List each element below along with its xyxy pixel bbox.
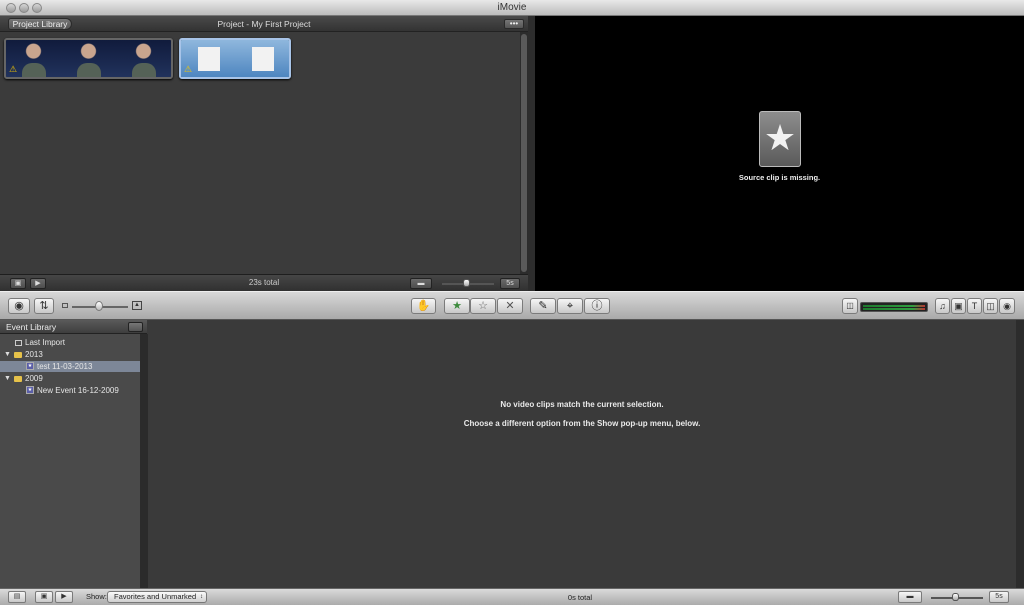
thumbnail-zoom-knob[interactable] [95, 301, 103, 311]
inspector-button[interactable]: ⓘ [584, 298, 610, 314]
camera-import-button[interactable]: ◉ [8, 298, 30, 314]
imovie-window: iMovie Project Library Project - My Firs… [0, 0, 1024, 605]
event-library-scrollbar[interactable] [140, 334, 148, 588]
mark-favorite-button[interactable]: ★ [444, 298, 470, 314]
transition-browser-button[interactable]: ◫ [983, 298, 998, 314]
camera-icon: ◉ [14, 300, 24, 312]
project-header: Project Library Project - My First Proje… [0, 16, 528, 32]
project-menu-button[interactable]: ••• [504, 19, 524, 29]
events-thumbnail-size-button[interactable]: ▬ [898, 591, 922, 603]
event-library-header: Event Library [0, 320, 147, 334]
photo-clip-filmstrip[interactable]: ⚠ [179, 38, 291, 79]
clip-frame [116, 40, 171, 77]
title-browser-button[interactable]: T [967, 298, 982, 314]
event-library: Event Library Last Import ▼ 2013 ★ test … [0, 320, 147, 588]
swap-events-projects-button[interactable]: ⇅ [34, 298, 54, 314]
eyedropper-icon: ✎ [538, 300, 548, 312]
event-browser: No video clips match the current selecti… [148, 320, 1016, 588]
folder-icon [14, 376, 22, 382]
warning-icon: ⚠ [9, 64, 18, 74]
voiceover-button[interactable]: ◫ [842, 298, 858, 314]
event-item-label: test 11-03-2013 [37, 362, 93, 371]
bottom-bar: ▤ ▣ ▶ Show: Favorites and Unmarked ↕ 0s … [0, 588, 1024, 605]
map-browser-button[interactable]: ◉ [999, 298, 1015, 314]
reject-icon: ✕ [505, 300, 515, 312]
event-library-options-button[interactable] [128, 322, 143, 332]
event-star-icon: ★ [26, 386, 34, 394]
project-bottom-bar: ▣ ▶ 23s total ▬ 5s [0, 274, 528, 291]
empty-state-hint: Choose a different option from the Show … [463, 419, 701, 428]
hand-icon: ✋ [416, 300, 431, 312]
eyedropper-button[interactable]: ✎ [530, 298, 556, 314]
event-folder-2013[interactable]: ▼ 2013 [0, 349, 140, 360]
event-item-last-import[interactable]: Last Import [0, 337, 140, 348]
last-import-icon [15, 340, 22, 346]
event-item-label: Last Import [25, 338, 66, 347]
mark-favorite-icon: ★ [452, 300, 462, 312]
project-scrollbar[interactable] [520, 32, 528, 274]
project-zoom-value: 5s [500, 278, 520, 289]
missing-clip-star-icon: ★ [759, 111, 801, 167]
event-browser-scrollbar[interactable] [1016, 320, 1024, 588]
window-title: iMovie [497, 2, 527, 13]
disclosure-triangle-icon[interactable]: ▼ [4, 349, 11, 360]
title-icon: T [971, 301, 978, 311]
empty-state-title: No video clips match the current selecti… [500, 400, 664, 409]
event-item-label: New Event 16-12-2009 [37, 386, 119, 395]
photo-browser-button[interactable]: ▣ [951, 298, 966, 314]
music-icon: ♫ [939, 301, 946, 311]
video-clip-filmstrip[interactable]: ⚠ [4, 38, 173, 79]
project-pane: Project Library Project - My First Proje… [0, 16, 528, 291]
toolbar: ◉ ⇅ ▲ ✋ ★ ☆ ✕ ✎ ⌖ ⓘ ◫ ♫ ▣ T ◫ ◉ [0, 291, 1024, 320]
crop-button[interactable]: ⌖ [557, 298, 583, 314]
warning-icon: ⚠ [184, 64, 193, 74]
reject-button[interactable]: ✕ [497, 298, 523, 314]
folder-icon [14, 352, 22, 358]
unmark-button[interactable]: ☆ [470, 298, 496, 314]
title-bar: iMovie [0, 0, 1024, 16]
project-title: Project - My First Project [217, 19, 311, 29]
pane-divider[interactable] [528, 16, 535, 291]
voiceover-icon: ◫ [846, 301, 854, 310]
project-zoom-knob[interactable] [463, 279, 470, 287]
disclosure-triangle-icon[interactable]: ▼ [4, 373, 11, 384]
transition-icon: ◫ [986, 301, 995, 311]
event-library-title: Event Library [6, 322, 57, 332]
photo-icon: ▣ [954, 301, 963, 311]
events-zoom-value: 5s [989, 591, 1009, 603]
viewer: ★ Source clip is missing. [535, 16, 1024, 291]
events-zoom-knob[interactable] [952, 593, 959, 601]
event-item-label: 2009 [25, 374, 43, 383]
thumbnail-size-button[interactable]: ▬ [410, 278, 432, 289]
swap-icon: ⇅ [39, 300, 49, 312]
info-icon: ⓘ [591, 300, 603, 312]
audio-level-meter [860, 302, 928, 312]
event-item-test[interactable]: ★ test 11-03-2013 [0, 361, 140, 372]
small-thumbnail-icon [62, 303, 68, 308]
large-thumbnail-icon: ▲ [132, 301, 142, 310]
unmark-icon: ☆ [478, 300, 488, 312]
add-selection-button[interactable]: ✋ [411, 298, 436, 314]
event-star-icon: ★ [26, 362, 34, 370]
clip-frame [235, 40, 289, 77]
event-item-label: 2013 [25, 350, 43, 359]
event-item-new-event[interactable]: ★ New Event 16-12-2009 [0, 385, 140, 396]
events-duration: 0s total [567, 593, 593, 602]
crop-icon: ⌖ [566, 300, 574, 312]
map-icon: ◉ [1003, 301, 1011, 311]
music-browser-button[interactable]: ♫ [935, 298, 950, 314]
missing-clip-message: Source clip is missing. [738, 173, 821, 182]
event-folder-2009[interactable]: ▼ 2009 [0, 373, 140, 384]
clip-frame [61, 40, 116, 77]
